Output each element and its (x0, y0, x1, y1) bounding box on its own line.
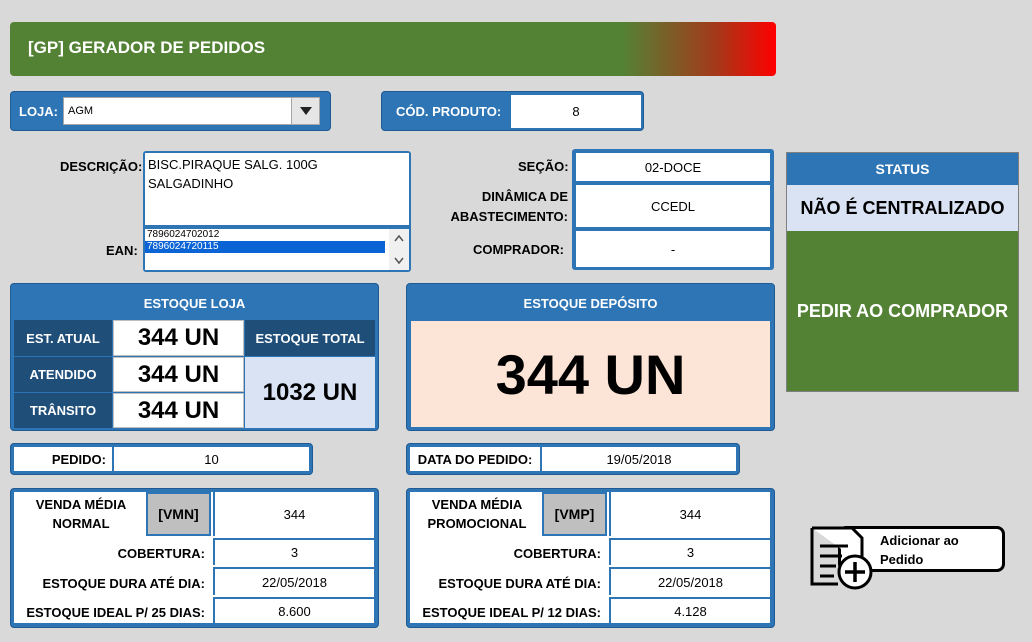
vmn-code: [VMN] (146, 492, 211, 536)
descricao-line2: SALGADINHO (148, 176, 234, 191)
page-title: [GP] GERADOR DE PEDIDOS (28, 38, 266, 57)
data-pedido-label: DATA DO PEDIDO: (410, 447, 540, 471)
atendido-value: 344 UN (113, 357, 244, 392)
vmn-dura-value: 22/05/2018 (213, 567, 374, 595)
data-pedido-panel: DATA DO PEDIDO: 19/05/2018 (406, 443, 740, 475)
descricao-line1: BISC.PIRAQUE SALG. 100G (148, 157, 318, 172)
comprador-value: - (670, 241, 676, 257)
pedido-input[interactable]: 10 (114, 447, 309, 471)
ean-listbox[interactable]: 7896024702012 7896024720115 (145, 229, 409, 270)
add-to-order-button[interactable]: Adicionar ao Pedido (808, 524, 1008, 590)
title-bar: [GP] GERADOR DE PEDIDOS (10, 22, 776, 76)
status-header: STATUS (787, 153, 1018, 185)
data-pedido-input[interactable]: 19/05/2018 (542, 447, 736, 471)
vmp-cobertura-value: 3 (609, 538, 770, 565)
add-document-icon (810, 526, 873, 590)
vmn-ideal-value: 8.600 (213, 597, 374, 623)
secao-label: SEÇÃO: (518, 159, 569, 174)
estoque-total-label: ESTOQUE TOTAL (245, 320, 375, 356)
chevron-down-icon (299, 107, 312, 115)
estoque-loja-header: ESTOQUE LOJA (143, 296, 246, 311)
atendido-label: ATENDIDO (14, 357, 112, 392)
transito-label: TRÂNSITO (14, 393, 112, 428)
produto-panel: CÓD. PRODUTO: 8 (381, 91, 644, 131)
produto-label: CÓD. PRODUTO: (396, 104, 502, 119)
comprador-field: - (576, 231, 770, 267)
est-atual-label: EST. ATUAL (14, 320, 112, 356)
venda-normal-panel: VENDA MÉDIA NORMAL [VMN] 344 COBERTURA: 3… (10, 488, 379, 628)
ean-item-1[interactable]: 7896024720115 (145, 241, 385, 253)
ean-scrollbar[interactable] (389, 229, 409, 270)
descricao-textbox[interactable]: BISC.PIRAQUE SALG. 100G SALGADINHO (145, 153, 409, 225)
vmn-cobertura-label: COBERTURA: (117, 546, 205, 561)
vmp-cobertura-label: COBERTURA: (513, 546, 601, 561)
scroll-arrows-icon (394, 234, 404, 265)
pedido-label: PEDIDO: (14, 447, 112, 471)
est-atual-value: 344 UN (113, 320, 244, 356)
ean-label: EAN: (106, 243, 138, 258)
ean-item-0[interactable]: 7896024702012 (145, 229, 385, 241)
vmp-dura-value: 22/05/2018 (609, 567, 770, 595)
dinamica-label: DINÂMICA DE ABASTECIMENTO: (450, 189, 568, 224)
loja-panel: LOJA: AGM (10, 91, 331, 131)
vmp-code: [VMP] (542, 492, 607, 536)
comprador-label: COMPRADOR: (473, 242, 564, 257)
venda-promo-panel: VENDA MÉDIA PROMOCIONAL [VMP] 344 COBERTU… (406, 488, 775, 628)
vmn-dura-label: ESTOQUE DURA ATÉ DIA: (42, 576, 205, 591)
estoque-deposito-panel: ESTOQUE DEPÓSITO 344 UN (406, 283, 775, 431)
estoque-deposito-value: 344 UN (411, 321, 770, 427)
estoque-total-value: 1032 UN (245, 357, 375, 428)
vmn-label: VENDA MÉDIA NORMAL (35, 497, 127, 531)
vmp-dura-label: ESTOQUE DURA ATÉ DIA: (438, 576, 601, 591)
status-action: PEDIR AO COMPRADOR (787, 231, 1018, 391)
pedido-panel: PEDIDO: 10 (10, 443, 313, 475)
vmp-ideal-value: 4.128 (609, 597, 770, 623)
vmp-label: VENDA MÉDIA PROMOCIONAL (427, 497, 527, 531)
vmn-value: 344 (213, 492, 374, 536)
vmn-cobertura-value: 3 (213, 538, 374, 565)
transito-value: 344 UN (113, 393, 244, 428)
pedido-value: 10 (204, 451, 219, 467)
secao-value: 02-DOCE (644, 159, 702, 175)
secao-field: 02-DOCE (576, 153, 770, 181)
vmn-ideal-label: ESTOQUE IDEAL P/ 25 DIAS: (26, 605, 205, 620)
add-to-order-label: Adicionar ao Pedido (880, 533, 959, 567)
status-panel: STATUS NÃO É CENTRALIZADO PEDIR AO COMPR… (786, 152, 1019, 392)
vmp-ideal-label: ESTOQUE IDEAL P/ 12 DIAS: (422, 605, 601, 620)
descricao-label: DESCRIÇÃO: (60, 159, 143, 174)
dinamica-field: CCEDL (576, 185, 770, 227)
loja-select[interactable]: AGM (63, 97, 320, 125)
status-value: NÃO É CENTRALIZADO (787, 185, 1018, 231)
loja-dropdown-button[interactable] (291, 98, 319, 124)
loja-label: LOJA: (19, 104, 58, 119)
vmp-value: 344 (609, 492, 770, 536)
estoque-deposito-header: ESTOQUE DEPÓSITO (523, 296, 658, 311)
data-pedido-value: 19/05/2018 (606, 451, 672, 467)
produto-input[interactable]: 8 (511, 95, 641, 128)
produto-value: 8 (572, 104, 580, 119)
loja-value: AGM (68, 105, 94, 117)
dinamica-value: CCEDL (650, 198, 696, 214)
